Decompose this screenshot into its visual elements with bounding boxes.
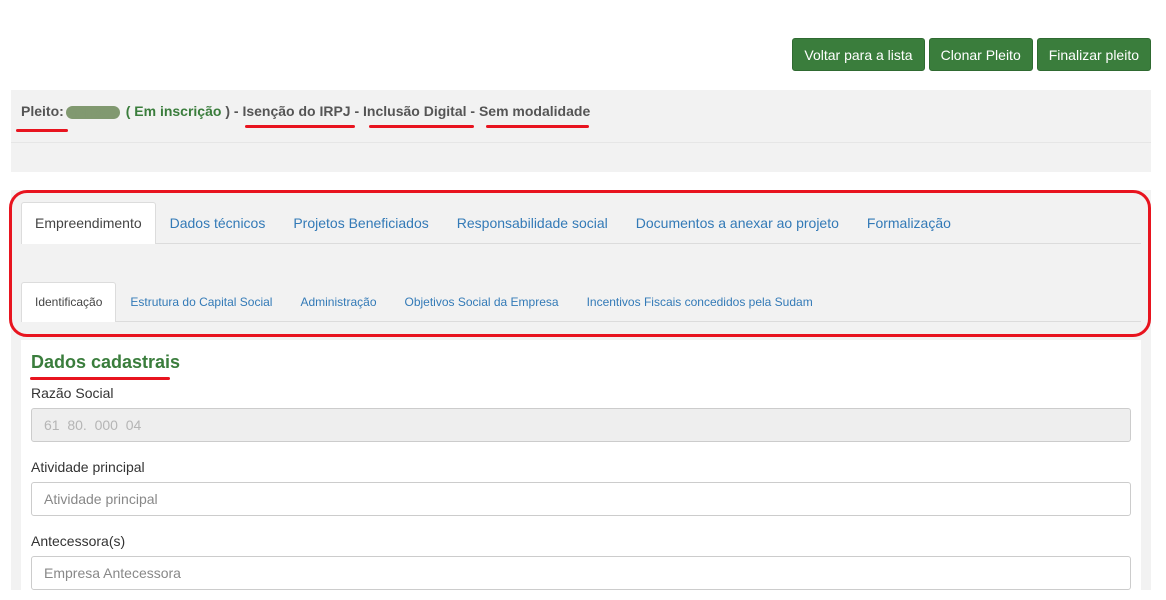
tab-formalizacao[interactable]: Formalização	[853, 202, 965, 244]
tab-documentos[interactable]: Documentos a anexar ao projeto	[622, 202, 853, 244]
annotation-underline	[16, 129, 68, 132]
razao-social-label: Razão Social	[31, 385, 114, 401]
antecessora-label: Antecessora(s)	[31, 533, 126, 549]
tab-projetos-beneficiados[interactable]: Projetos Beneficiados	[279, 202, 442, 244]
tab-empreendimento[interactable]: Empreendimento	[21, 202, 156, 244]
status-open-paren: (	[125, 103, 131, 119]
pleito-header: Pleito: M3H6O5 ( Em inscrição ) - Isenção…	[11, 90, 1151, 172]
pleito-modality: Sem modalidade	[478, 103, 591, 119]
antecessora-input[interactable]	[31, 556, 1131, 590]
finish-pleito-button[interactable]: Finalizar pleito	[1036, 38, 1151, 71]
top-actions: Voltar para a lista Clonar Pleito Finali…	[792, 38, 1151, 71]
header-divider	[11, 142, 1151, 143]
pleito-code: M3H6O5	[65, 104, 120, 120]
subtab-identificacao[interactable]: Identificação	[21, 282, 117, 322]
subtab-estrutura-capital[interactable]: Estrutura do Capital Social	[116, 282, 286, 322]
annotation-underline	[30, 377, 170, 380]
tab-dados-tecnicos[interactable]: Dados técnicos	[156, 202, 280, 244]
subtab-objetivos-social[interactable]: Objetivos Social da Empresa	[391, 282, 573, 322]
back-to-list-button[interactable]: Voltar para a lista	[792, 38, 925, 71]
pleito-incentive: Isenção do IRPJ	[242, 103, 351, 119]
annotation-underline	[369, 125, 474, 128]
atividade-principal-label: Atividade principal	[31, 459, 145, 475]
razao-social-input[interactable]	[31, 408, 1131, 442]
separator: -	[350, 103, 364, 119]
pleito-sector: Inclusão Digital	[363, 103, 467, 119]
separator: -	[466, 103, 479, 119]
separator: -	[229, 103, 243, 119]
main-tab-bar: Empreendimento Dados técnicos Projetos B…	[21, 202, 1141, 244]
pleito-prefix: Pleito:	[21, 103, 64, 119]
pleito-status: Em inscrição	[134, 103, 222, 119]
section-title: Dados cadastrais	[31, 352, 181, 372]
annotation-underline	[245, 125, 355, 128]
annotation-underline	[486, 125, 589, 128]
subtab-administracao[interactable]: Administração	[286, 282, 390, 322]
pleito-summary: Pleito: M3H6O5 ( Em inscrição ) - Isenção…	[21, 103, 590, 119]
atividade-principal-input[interactable]	[31, 482, 1131, 516]
tab-responsabilidade-social[interactable]: Responsabilidade social	[443, 202, 622, 244]
clone-pleito-button[interactable]: Clonar Pleito	[928, 38, 1033, 71]
main-panel: Empreendimento Dados técnicos Projetos B…	[11, 190, 1151, 600]
sub-tab-bar: Identificação Estrutura do Capital Socia…	[21, 282, 1141, 322]
subtab-incentivos-fiscais[interactable]: Incentivos Fiscais concedidos pela Sudam	[573, 282, 827, 322]
